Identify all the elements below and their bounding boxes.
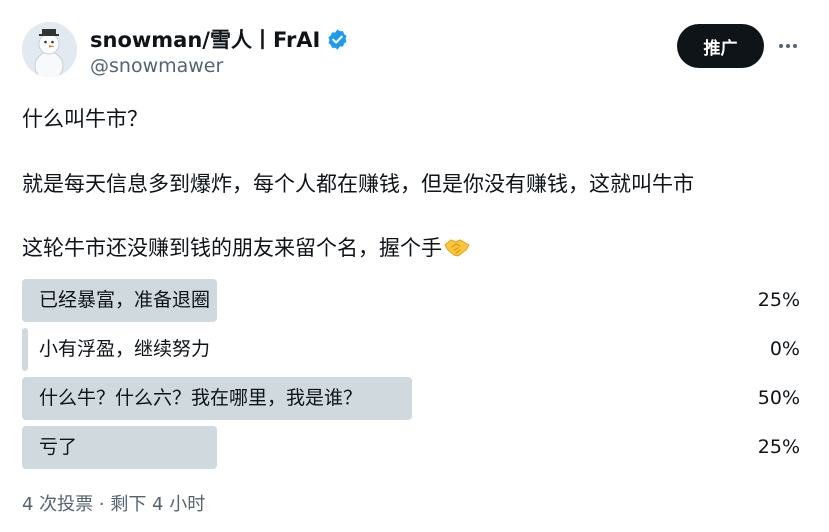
poll-option-percent: 25% [757,289,800,311]
more-horizontal-icon[interactable] [774,32,802,60]
author-name-text: snowman/雪人丨FrAI [90,28,321,52]
poll-option-label: 亏了 [39,436,78,458]
avatar[interactable] [22,22,77,77]
poll-option[interactable]: 小有浮盈，继续努力 0% [22,328,803,371]
tweet-text-line-2: 就是每天信息多到爆炸，每个人都在赚钱，但是你没有赚钱，这就叫牛市 [22,172,694,196]
poll-option-label: 小有浮盈，继续努力 [39,338,211,360]
author-display-name[interactable]: snowman/雪人丨FrAI [90,24,349,54]
verified-badge-icon [326,28,349,51]
tweet-card: snowman/雪人丨FrAI @snowmawer 推广 什么叫牛市？ 就是每… [0,0,829,532]
poll-option-percent: 0% [769,338,800,360]
poll-option[interactable]: 已经暴富，准备退圈 25% [22,279,803,322]
poll-footer: 4 次投票 · 剩下 4 小时 [22,494,206,515]
promote-button[interactable]: 推广 [677,24,764,68]
tweet-text-line-3: 这轮牛市还没赚到钱的朋友来留个名，握个手 [22,232,470,263]
poll-option-percent: 25% [757,436,800,458]
poll-option-label: 已经暴富，准备退圈 [39,289,211,311]
poll-bar [22,328,28,371]
poll-option-label: 什么牛？什么六？我在哪里，我是谁？ [39,387,363,409]
poll-option[interactable]: 什么牛？什么六？我在哪里，我是谁？ 50% [22,377,803,420]
poll-option-percent: 50% [757,387,800,409]
tweet-text-line-1: 什么叫牛市？ [22,107,148,131]
poll-option[interactable]: 亏了 25% [22,426,803,469]
author-handle[interactable]: @snowmawer [90,55,223,77]
tweet-text-line-3-text: 这轮牛市还没赚到钱的朋友来留个名，握个手 [22,236,442,260]
poll: 已经暴富，准备退圈 25% 小有浮盈，继续努力 0% 什么牛？什么六？我在哪里，… [22,279,803,475]
handshake-icon [444,236,470,263]
snowman-avatar-icon [22,22,77,77]
